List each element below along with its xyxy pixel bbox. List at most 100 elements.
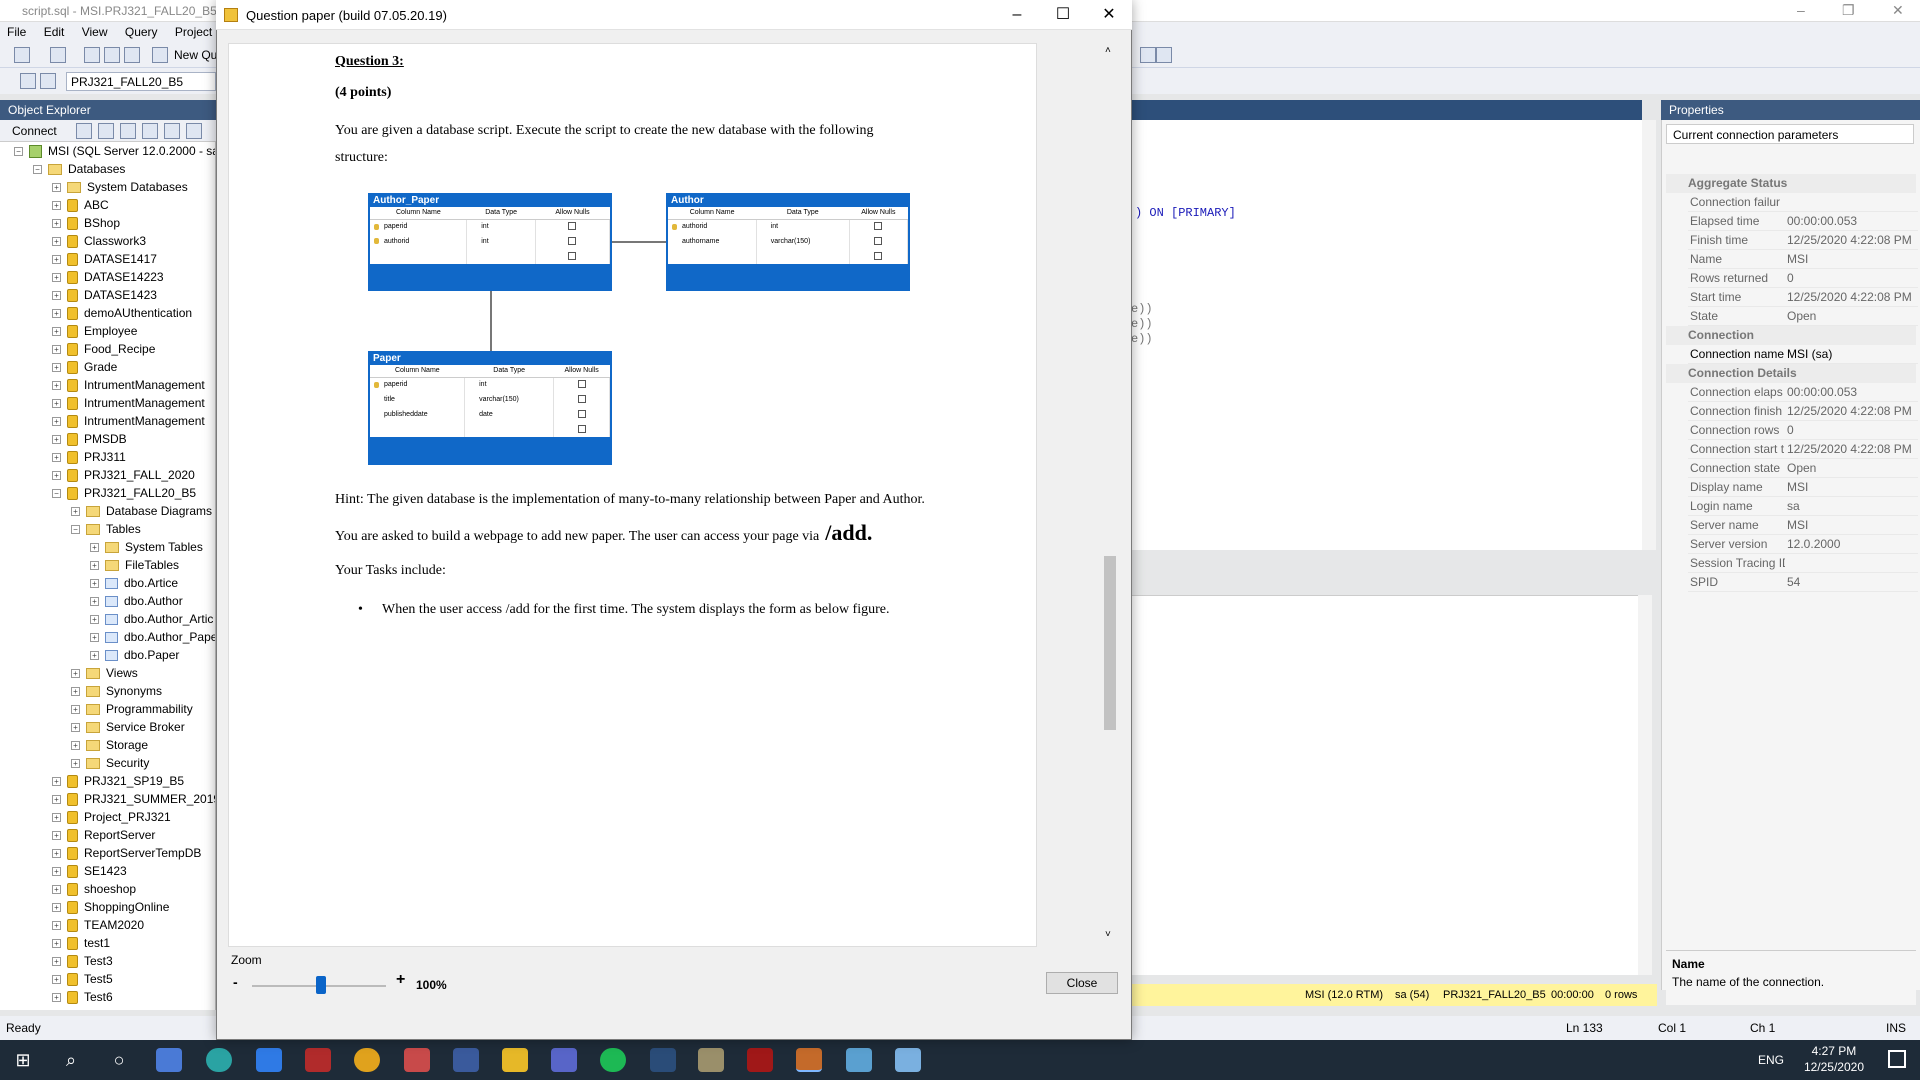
minimize-icon[interactable]: – <box>994 3 1040 27</box>
property-row[interactable]: SPID 54 <box>1688 573 1918 592</box>
expand-icon[interactable]: + <box>90 650 99 660</box>
system-clock[interactable]: 4:27 PM 12/25/2020 <box>1804 1043 1864 1075</box>
results-scrollbar[interactable] <box>1638 595 1652 975</box>
tree-node[interactable]: + Security <box>71 754 149 772</box>
category-aggregate-status[interactable]: Aggregate Status <box>1666 174 1916 193</box>
expand-icon[interactable]: + <box>71 758 80 768</box>
scroll-down-icon[interactable]: ˅ <box>1105 929 1111 940</box>
expand-icon[interactable]: + <box>52 830 61 840</box>
expand-icon[interactable]: + <box>52 398 61 408</box>
expand-icon[interactable]: + <box>52 956 61 966</box>
property-row[interactable]: Rows returned 0 <box>1688 269 1918 288</box>
property-connection-name[interactable]: Connection name MSI (sa) <box>1688 345 1918 364</box>
tree-node[interactable]: + Test3 <box>52 952 113 970</box>
restore-icon[interactable]: ❐ <box>1842 2 1855 19</box>
close-icon[interactable]: ✕ <box>1086 3 1132 27</box>
tree-node[interactable]: + DATASE1423 <box>52 286 157 304</box>
tree-node[interactable]: + PMSDB <box>52 430 127 448</box>
tree-node[interactable]: + Views <box>71 664 138 682</box>
grid-icon[interactable] <box>50 47 66 63</box>
expand-icon[interactable]: + <box>52 902 61 912</box>
tree-node[interactable]: + PRJ321_SUMMER_2019 <box>52 790 215 808</box>
expand-icon[interactable]: + <box>71 668 80 678</box>
tree-node[interactable]: + Test5 <box>52 970 113 988</box>
menu-edit[interactable]: Edit <box>37 22 72 42</box>
category-connection-details[interactable]: Connection Details <box>1666 364 1916 383</box>
expand-icon[interactable]: + <box>90 614 99 624</box>
tool-icon[interactable] <box>1140 47 1156 63</box>
tree-node[interactable]: + IntrumentManagement <box>52 376 205 394</box>
tree-node[interactable]: − PRJ321_FALL20_B5 <box>52 484 196 502</box>
zoom-slider-thumb[interactable] <box>316 976 326 994</box>
notes-icon[interactable] <box>846 1048 872 1072</box>
expand-icon[interactable]: + <box>52 272 61 282</box>
edge-icon[interactable] <box>206 1048 232 1072</box>
close-icon[interactable]: ✕ <box>1892 2 1904 19</box>
tree-node[interactable]: + Project_PRJ321 <box>52 808 171 826</box>
property-row[interactable]: State Open <box>1688 307 1918 326</box>
tree-node[interactable]: + Grade <box>52 358 117 376</box>
expand-icon[interactable]: + <box>52 470 61 480</box>
steam-icon[interactable] <box>650 1048 676 1072</box>
chrome-icon[interactable] <box>354 1048 380 1072</box>
close-button[interactable]: Close <box>1046 972 1118 994</box>
tree-node[interactable]: + dbo.Author_Pape <box>90 628 215 646</box>
tree-node[interactable]: + DATASE14223 <box>52 268 164 286</box>
box-icon[interactable] <box>895 1048 921 1072</box>
tree-node[interactable]: + ReportServerTempDB <box>52 844 201 862</box>
expand-icon[interactable]: + <box>52 992 61 1002</box>
start-windows-icon[interactable]: ⊞ <box>10 1048 36 1072</box>
change-connection-icon[interactable] <box>40 73 56 89</box>
tree-node[interactable]: + PRJ321_SP19_B5 <box>52 772 184 790</box>
open-folder-icon[interactable] <box>84 47 100 63</box>
tree-node[interactable]: + PRJ321_FALL_2020 <box>52 466 195 484</box>
expand-icon[interactable]: + <box>52 236 61 246</box>
tree-node[interactable]: + PRJ311 <box>52 448 126 466</box>
expand-icon[interactable]: + <box>52 380 61 390</box>
tree-node[interactable]: + TEAM2020 <box>52 916 144 934</box>
expand-icon[interactable]: + <box>52 362 61 372</box>
app-icon[interactable] <box>305 1048 331 1072</box>
expand-icon[interactable]: + <box>52 452 61 462</box>
zoom-in-icon[interactable]: + <box>396 971 405 989</box>
language-indicator[interactable]: ENG <box>1758 1053 1784 1067</box>
cortana-icon[interactable]: ○ <box>106 1048 132 1072</box>
expand-icon[interactable]: + <box>71 506 80 516</box>
expand-icon[interactable]: + <box>71 686 80 696</box>
expand-icon[interactable]: + <box>52 308 61 318</box>
window-icon[interactable] <box>1156 47 1172 63</box>
expand-icon[interactable]: + <box>90 632 99 642</box>
expand-icon[interactable]: + <box>52 344 61 354</box>
tree-node[interactable]: + System Tables <box>90 538 203 556</box>
properties-object-selector[interactable]: Current connection parameters <box>1666 124 1914 144</box>
tree-node[interactable]: + Employee <box>52 322 137 340</box>
property-row[interactable]: Server version 12.0.2000 <box>1688 535 1918 554</box>
save-icon[interactable] <box>104 47 120 63</box>
connect-icon[interactable] <box>20 73 36 89</box>
expand-icon[interactable]: + <box>52 974 61 984</box>
property-row[interactable]: Connection finish 12/25/2020 4:22:08 PM <box>1688 402 1918 421</box>
activity-monitor-icon[interactable] <box>186 123 202 139</box>
mail-icon[interactable] <box>256 1048 282 1072</box>
tree-node[interactable]: + shoeshop <box>52 880 136 898</box>
tree-node[interactable]: + DATASE1417 <box>52 250 157 268</box>
expand-icon[interactable]: + <box>52 434 61 444</box>
expand-icon[interactable]: + <box>52 200 61 210</box>
property-row[interactable]: Display name MSI <box>1688 478 1918 497</box>
expand-icon[interactable]: + <box>71 722 80 732</box>
search-icon[interactable]: ⌕ <box>58 1048 84 1072</box>
tree-node[interactable]: + FileTables <box>90 556 179 574</box>
expand-icon[interactable]: + <box>52 290 61 300</box>
menu-project[interactable]: Project <box>168 22 219 42</box>
tree-node[interactable]: + Storage <box>71 736 148 754</box>
property-row[interactable]: Session Tracing ID <box>1688 554 1918 573</box>
refresh-icon[interactable] <box>164 123 180 139</box>
menu-view[interactable]: View <box>75 22 115 42</box>
new-query-icon[interactable] <box>152 47 168 63</box>
property-row[interactable]: Connection failur <box>1688 193 1918 212</box>
tree-node[interactable]: + IntrumentManagement <box>52 394 205 412</box>
tree-node[interactable]: + Test6 <box>52 988 113 1006</box>
menu-file[interactable]: File <box>0 22 33 42</box>
expand-icon[interactable]: + <box>90 542 99 552</box>
filter-icon[interactable] <box>142 123 158 139</box>
